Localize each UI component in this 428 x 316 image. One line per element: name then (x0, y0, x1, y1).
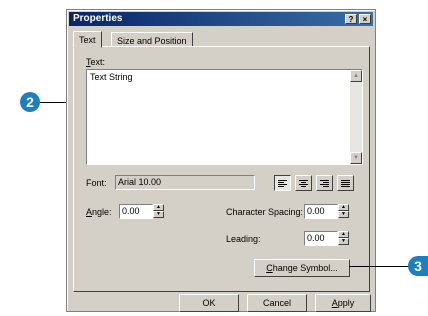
scroll-up-icon[interactable]: ▲ (350, 70, 362, 82)
text-input-area[interactable]: Text String ▲ ▼ (86, 69, 363, 165)
apply-button[interactable]: Apply (315, 294, 371, 312)
align-center-button[interactable] (295, 175, 312, 191)
callout-3-line (349, 266, 409, 267)
leading-input[interactable]: 0.00 (304, 231, 338, 246)
align-full-button[interactable] (337, 175, 354, 191)
spin-up-icon[interactable]: ▲ (338, 204, 349, 211)
text-label: Text: (86, 57, 106, 67)
scroll-down-icon[interactable]: ▼ (350, 152, 362, 164)
dialog-title: Properties (73, 13, 123, 24)
leading-label: Leading: (226, 234, 261, 244)
callout-2: 2 (20, 92, 40, 112)
character-spacing-label: Character Spacing: (226, 207, 304, 217)
text-scrollbar[interactable]: ▲ ▼ (350, 70, 362, 164)
spin-down-icon[interactable]: ▼ (153, 211, 164, 218)
callout-3: 3 (408, 256, 428, 276)
spin-down-icon[interactable]: ▼ (338, 211, 349, 218)
text-value: Text String (90, 72, 133, 82)
tab-size-and-position[interactable]: Size and Position (111, 32, 193, 47)
spin-up-icon[interactable]: ▲ (153, 204, 164, 211)
ok-button[interactable]: OK (179, 294, 239, 312)
spin-down-icon[interactable]: ▼ (338, 238, 349, 245)
change-symbol-button[interactable]: Change Symbol... (254, 259, 350, 277)
font-label: Font: (86, 178, 107, 188)
character-spacing-input[interactable]: 0.00 (304, 204, 338, 219)
align-right-button[interactable] (316, 175, 333, 191)
properties-dialog: Properties ? × Text Size and Position Te… (66, 9, 376, 312)
character-spacing-spinner[interactable]: ▲ ▼ (338, 204, 349, 219)
help-icon[interactable]: ? (345, 14, 357, 24)
font-field: Arial 10.00 (115, 175, 255, 190)
close-icon[interactable]: × (359, 14, 371, 24)
angle-spinner[interactable]: ▲ ▼ (153, 204, 164, 219)
tab-text[interactable]: Text (73, 31, 102, 48)
cancel-button[interactable]: Cancel (247, 294, 307, 312)
spin-up-icon[interactable]: ▲ (338, 231, 349, 238)
title-bar: Properties ? × (69, 12, 373, 26)
angle-label: Angle: (86, 207, 112, 217)
align-left-button[interactable] (274, 175, 291, 191)
leading-spinner[interactable]: ▲ ▼ (338, 231, 349, 246)
angle-input[interactable]: 0.00 (119, 204, 153, 219)
